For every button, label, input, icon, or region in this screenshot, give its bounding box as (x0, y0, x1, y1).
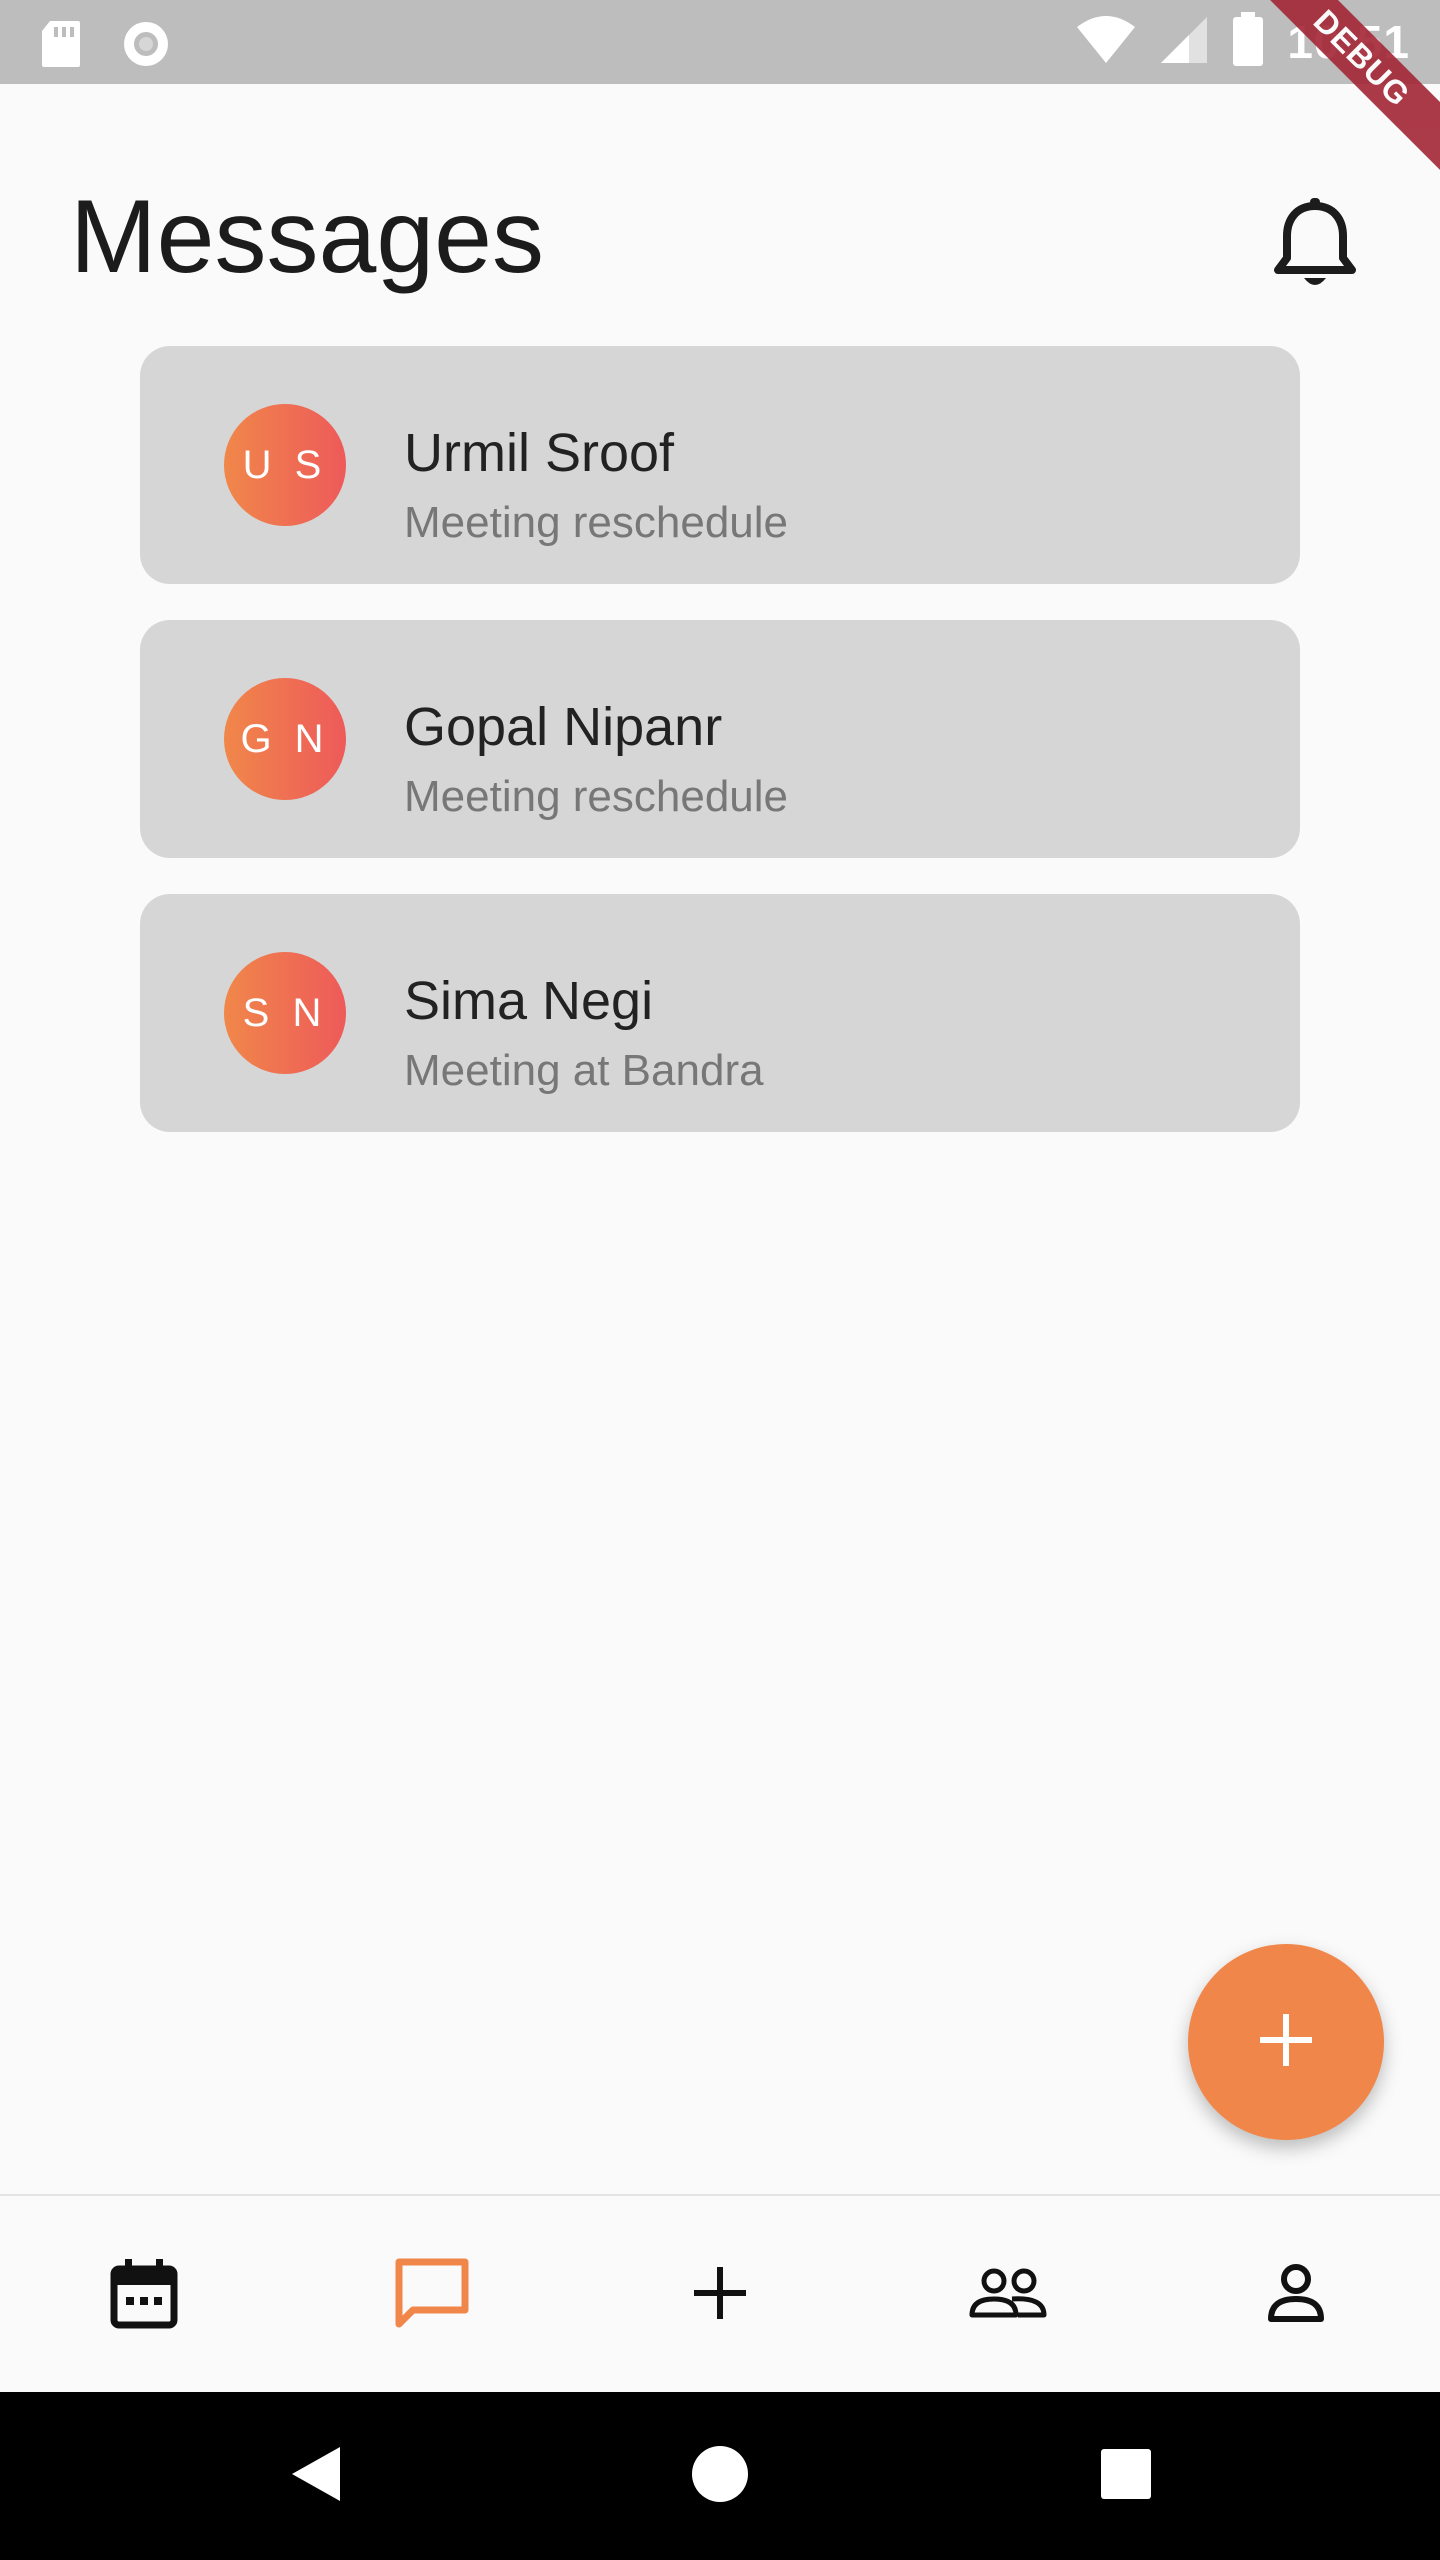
person-icon (1266, 2263, 1326, 2328)
message-card[interactable]: G N Gopal Nipanr Meeting reschedule (140, 620, 1300, 858)
new-message-fab[interactable] (1188, 1944, 1384, 2140)
cell-signal-icon (1159, 13, 1209, 70)
nav-calendar[interactable] (0, 2196, 288, 2394)
nav-messages[interactable] (288, 2196, 576, 2394)
system-navigation-bar (0, 2392, 1440, 2560)
system-recents-button[interactable] (1026, 2392, 1226, 2560)
message-list: U S Urmil Sroof Meeting reschedule G N G… (140, 346, 1300, 1168)
record-icon (120, 18, 172, 75)
contact-name: Sima Negi (404, 971, 654, 1031)
nav-groups[interactable] (864, 2196, 1152, 2394)
system-home-button[interactable] (620, 2392, 820, 2560)
avatar: S N (224, 952, 346, 1074)
calendar-icon (109, 2257, 179, 2334)
contact-name: Urmil Sroof (404, 423, 675, 483)
sd-card-icon (40, 19, 82, 74)
bottom-navigation (0, 2194, 1440, 2394)
recents-square-icon (1099, 2447, 1153, 2506)
chat-icon (393, 2256, 471, 2335)
avatar: G N (224, 678, 346, 800)
contact-name: Gopal Nipanr (404, 697, 723, 757)
battery-icon (1231, 10, 1265, 73)
message-subject: Meeting reschedule (404, 498, 789, 547)
status-bar: 10:51 (0, 0, 1440, 84)
group-icon (968, 2267, 1048, 2324)
avatar: U S (224, 404, 346, 526)
bell-icon (1270, 198, 1360, 296)
message-subject: Meeting reschedule (404, 772, 789, 821)
back-triangle-icon (288, 2443, 344, 2510)
page-title: Messages (70, 179, 544, 295)
status-bar-left (40, 18, 172, 75)
plus-icon (692, 2265, 748, 2326)
message-card[interactable]: U S Urmil Sroof Meeting reschedule (140, 346, 1300, 584)
message-card[interactable]: S N Sima Negi Meeting at Bandra (140, 894, 1300, 1132)
system-back-button[interactable] (216, 2392, 416, 2560)
plus-icon (1256, 2010, 1316, 2075)
wifi-icon (1075, 13, 1137, 70)
nav-add[interactable] (576, 2196, 864, 2394)
notifications-button[interactable] (1270, 196, 1360, 292)
home-circle-icon (690, 2444, 750, 2509)
message-subject: Meeting at Bandra (404, 1046, 764, 1095)
nav-profile[interactable] (1152, 2196, 1440, 2394)
